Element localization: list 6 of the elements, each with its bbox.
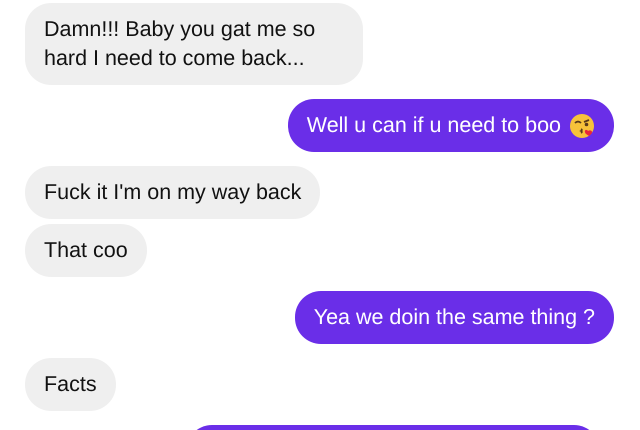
received-message: That coo [25,224,147,277]
received-message: Fuck it I'm on my way back [25,166,320,219]
sent-message: Well u can if u need to boo [288,99,614,152]
received-message: Facts [25,358,116,411]
received-message: Damn!!! Baby you gat me so hard I need to come back... [25,3,363,85]
sent-message: Yea we doin the same thing ? [294,291,614,344]
